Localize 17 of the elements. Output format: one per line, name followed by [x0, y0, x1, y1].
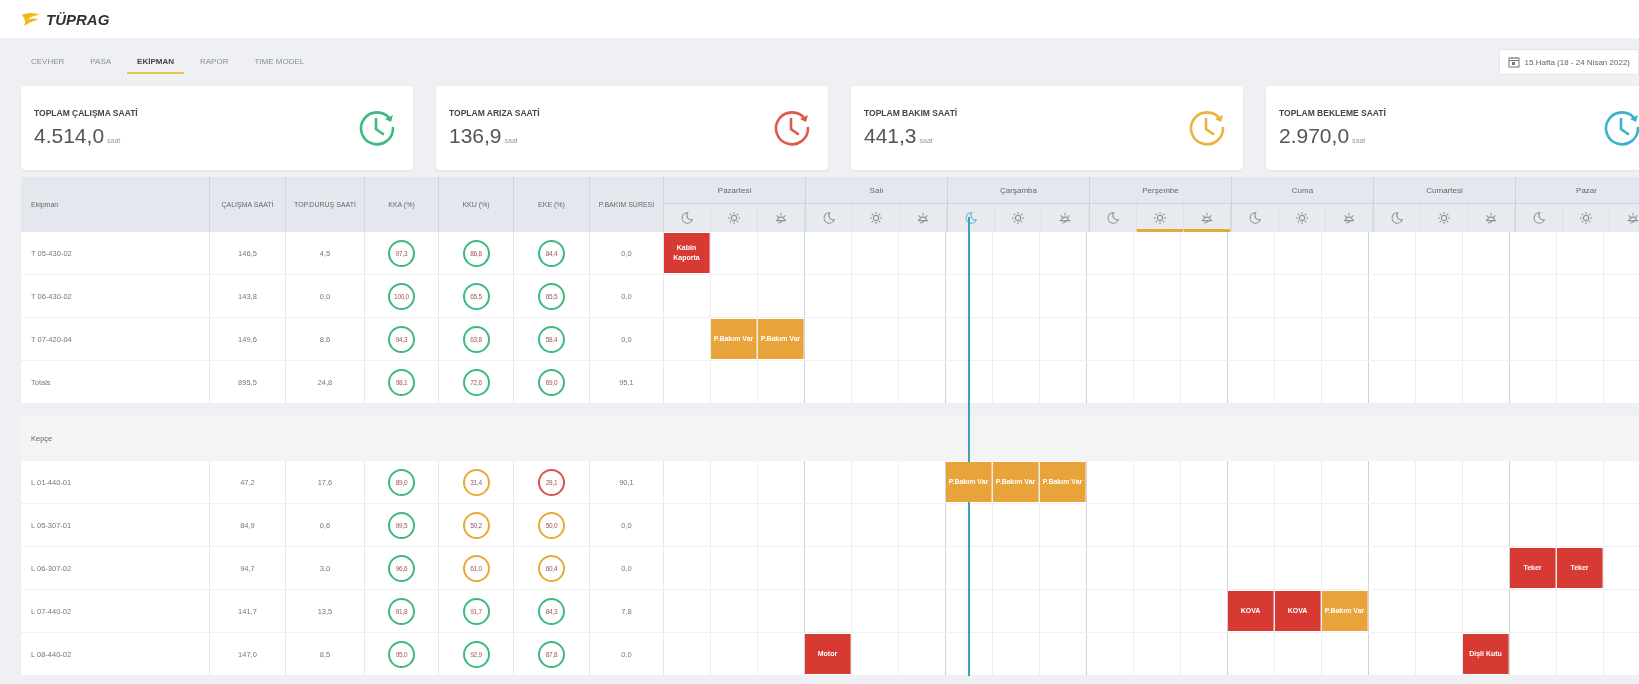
card-value: 4.514,0: [34, 124, 105, 148]
card-title: TOPLAM BAKIM SAATİ: [864, 108, 958, 118]
date-picker[interactable]: 15.Hafta (18 - 24 Nisan 2022): [1498, 49, 1639, 75]
card-value: 441,3: [864, 124, 917, 148]
calendar-icon: [1507, 56, 1520, 68]
tab[interactable]: TIME MODEL: [244, 50, 315, 74]
card-value: 136,9: [449, 124, 502, 148]
card-value: 2.970,0: [1279, 124, 1350, 148]
tab[interactable]: RAPOR: [190, 50, 239, 74]
brand-name: TÜPRAG: [46, 10, 110, 28]
card-title: TOPLAM ÇALIŞMA SAATİ: [34, 108, 138, 118]
card-title: TOPLAM ARIZA SAATİ: [449, 108, 540, 118]
logo-icon: [20, 11, 42, 27]
tab[interactable]: CEVHER: [21, 50, 75, 74]
tab[interactable]: EKİPMAN: [127, 50, 184, 74]
card-title: TOPLAM BEKLEME SAATİ: [1279, 108, 1386, 118]
tab[interactable]: PASA: [80, 50, 122, 74]
